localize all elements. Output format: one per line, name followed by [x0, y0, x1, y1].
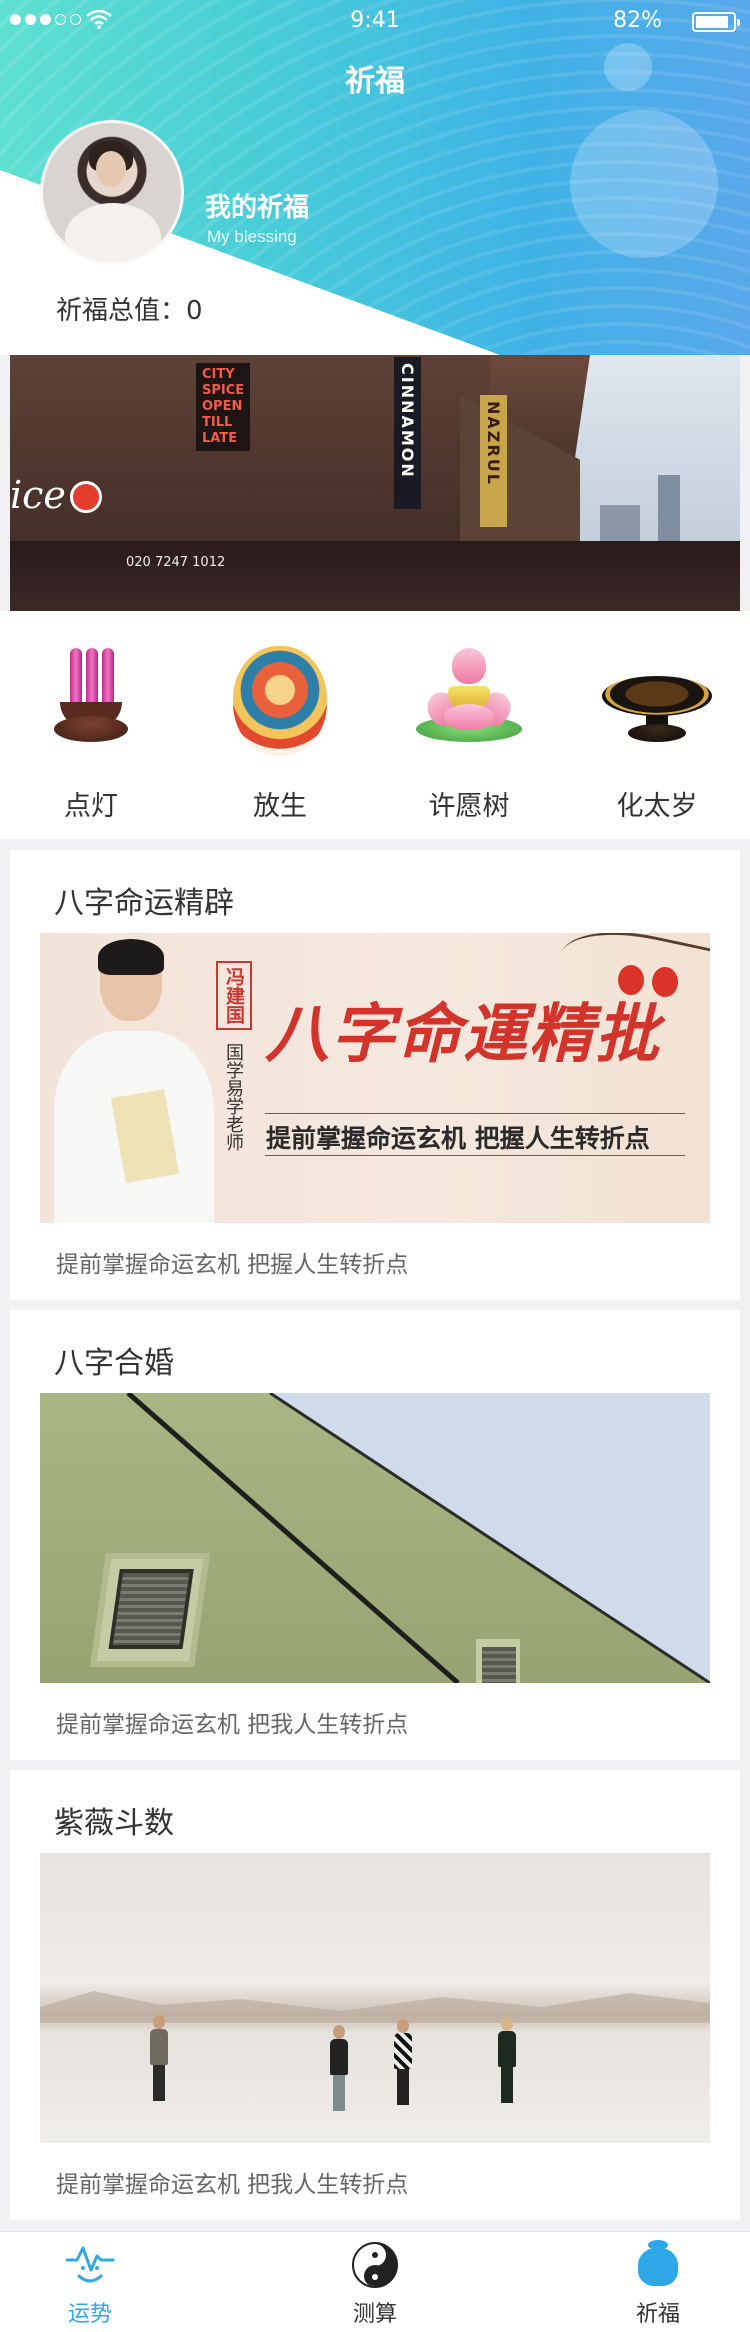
quick-item-label: 许愿树 [428, 791, 510, 822]
teacher-name: 冯建国 [216, 961, 252, 1030]
tab-fortune[interactable]: 运势 [30, 2240, 150, 2328]
banner-sign-line: CITY [202, 367, 235, 382]
blessing-pot-icon [633, 2240, 683, 2290]
card-image[interactable] [40, 1393, 710, 1683]
incense-burner-icon [36, 646, 146, 756]
banner-vertical-sign: CINNAMON [394, 357, 421, 509]
card-image[interactable]: 冯建国 国学易学老师 八字命運精批 提前掌握命运玄机 把握人生转折点 [40, 933, 710, 1223]
decor-circle [570, 110, 718, 258]
battery-icon [692, 12, 740, 32]
tab-label: 测算 [352, 2302, 397, 2327]
profile-subtitle: My blessing [207, 227, 297, 246]
banner-image[interactable]: CITY SPICE OPEN TILL LATE CINNAMON NAZRU… [10, 355, 740, 611]
card-description: 提前掌握命运玄机 把握人生转折点 [56, 1252, 409, 1278]
fortune-wave-icon [65, 2240, 115, 2290]
card-title: 紫薇斗数 [54, 1806, 174, 1841]
quick-item-label: 点灯 [64, 791, 118, 822]
card-title: 八字命运精辟 [54, 886, 234, 921]
tab-label: 运势 [67, 2302, 112, 2327]
quick-item-wish-tree[interactable]: 许愿树 [404, 646, 534, 826]
service-card-bazi-fortune[interactable]: 八字命运精辟 冯建国 国学易学老师 八字命運精批 提前掌握命运玄机 把握人生转折… [10, 850, 740, 1300]
tab-label: 祈福 [635, 2302, 680, 2327]
banner-sign-line: LATE [202, 431, 238, 446]
page-title: 祈福 [345, 64, 405, 99]
quick-item-light-lamp[interactable]: 点灯 [26, 646, 156, 826]
profile-title[interactable]: 我的祈福 [205, 187, 309, 224]
offering-tray-icon [602, 646, 712, 756]
quick-item-label: 放生 [253, 791, 307, 822]
banner-phone: 020 7247 1012 [126, 555, 226, 570]
quick-item-tai-sui[interactable]: 化太岁 [592, 646, 722, 826]
card-description: 提前掌握命运玄机 把我人生转折点 [56, 2172, 409, 2198]
card-headline: 八字命運精批 [265, 997, 661, 1072]
battery-percent: 82% [613, 8, 662, 33]
yin-yang-icon [350, 2240, 400, 2290]
card-slogan: 提前掌握命运玄机 把握人生转折点 [266, 1124, 650, 1153]
quick-item-release[interactable]: 放生 [215, 646, 345, 826]
banner-sign-line: TILL [202, 415, 233, 430]
tab-bar: 运势 测算 祈福 [0, 2231, 750, 2332]
avatar[interactable] [40, 120, 184, 264]
card-title: 八字合婚 [54, 1346, 174, 1381]
thangka-deity-icon [225, 646, 335, 756]
card-description: 提前掌握命运玄机 把我人生转折点 [56, 1712, 409, 1738]
teacher-photo [48, 939, 218, 1223]
banner-shop-word: ice [10, 473, 66, 517]
blessing-total-value: 0 [186, 296, 203, 326]
card-image[interactable] [40, 1853, 710, 2143]
tab-calculate[interactable]: 测算 [315, 2240, 435, 2328]
quick-menu: 点灯 放生 许愿树 化太岁 [0, 611, 750, 839]
tab-blessing[interactable]: 祈福 [598, 2240, 718, 2328]
lotus-lamp-icon [414, 646, 524, 756]
banner-vertical-sign-2: NAZRUL [480, 395, 507, 527]
blessing-total: 祈福总值：0 [56, 290, 203, 327]
banner-sign-line: SPICE [202, 383, 245, 398]
service-card-ziwei[interactable]: 紫薇斗数 提前掌握命运玄机 把我人生转折点 [10, 1770, 740, 2220]
service-card-bazi-marriage[interactable]: 八字合婚 提前掌握命运玄机 把我人生转折点 [10, 1310, 740, 1760]
quick-item-label: 化太岁 [616, 791, 698, 822]
status-bar: 9:41 82% [0, 0, 750, 42]
banner-sign-line: OPEN [202, 399, 243, 414]
teacher-role: 国学易学老师 [223, 1043, 244, 1151]
blessing-total-label: 祈福总值： [56, 296, 187, 326]
